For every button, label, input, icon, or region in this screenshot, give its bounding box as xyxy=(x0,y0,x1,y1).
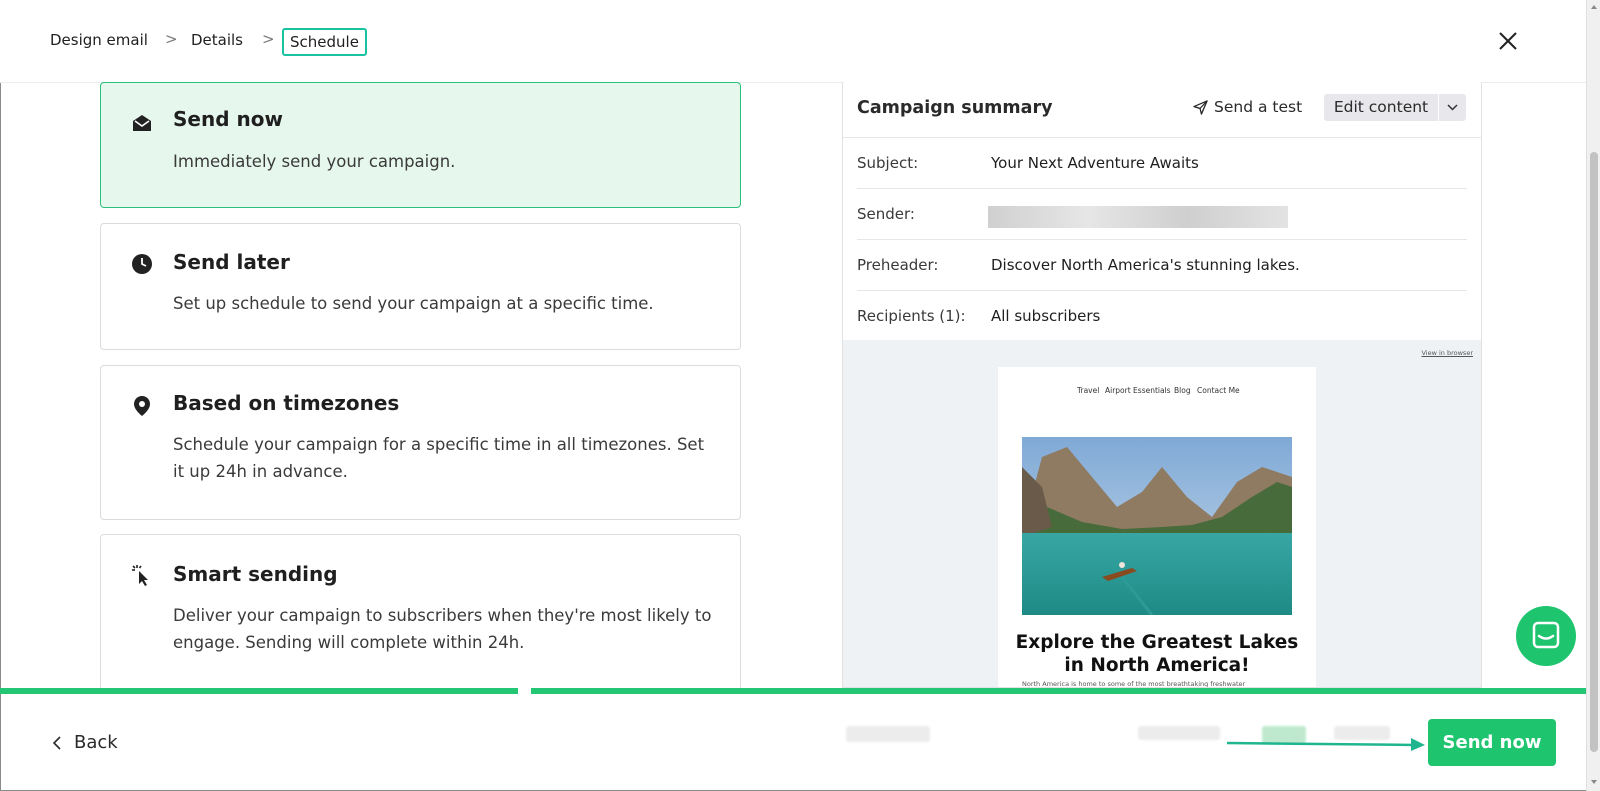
row-value: All subscribers xyxy=(991,307,1101,325)
option-title: Send later xyxy=(173,250,290,274)
option-title: Send now xyxy=(173,107,283,131)
edit-content-button[interactable]: Edit content xyxy=(1324,94,1438,121)
back-button[interactable]: Back xyxy=(52,732,118,753)
summary-row-recipients: Recipients (1): All subscribers xyxy=(857,291,1467,341)
row-value: Your Next Adventure Awaits xyxy=(991,154,1199,172)
row-label: Sender: xyxy=(857,205,915,223)
annotation-arrow-icon xyxy=(1226,738,1425,751)
option-description: Schedule your campaign for a specific ti… xyxy=(173,435,705,481)
email-card: Travel Airport Essentials Blog Contact M… xyxy=(998,367,1316,688)
back-label: Back xyxy=(74,732,118,753)
chevron-down-icon xyxy=(1447,104,1458,111)
breadcrumb-separator: > xyxy=(262,30,275,48)
option-based-on-timezones[interactable]: Based on timezones Schedule your campaig… xyxy=(100,365,741,520)
row-label: Preheader: xyxy=(857,256,939,274)
view-in-browser-link[interactable]: View in browser xyxy=(1422,349,1474,357)
scrollbar-thumb[interactable] xyxy=(1590,152,1598,752)
option-send-later[interactable]: Send later Set up schedule to send your … xyxy=(100,223,741,350)
email-nav-item[interactable]: Travel xyxy=(1077,386,1099,395)
email-heading: Explore the Greatest Lakes in North Amer… xyxy=(1015,632,1299,676)
edit-content-dropdown[interactable] xyxy=(1439,94,1466,121)
chat-widget-button[interactable] xyxy=(1516,606,1576,666)
email-nav-item[interactable]: Airport Essentials xyxy=(1105,386,1171,395)
summary-row-sender: Sender: xyxy=(857,189,1467,240)
breadcrumb-design-email[interactable]: Design email xyxy=(50,31,148,49)
row-label: Subject: xyxy=(857,154,919,172)
email-nav-item[interactable]: Contact Me xyxy=(1197,386,1240,395)
scroll-down-icon[interactable] xyxy=(1590,778,1598,786)
header: Design email > Details > Schedule xyxy=(0,0,1586,83)
breadcrumb-separator: > xyxy=(165,30,178,48)
email-preview: View in browser Travel Airport Essential… xyxy=(843,340,1481,688)
send-test-button[interactable]: Send a test xyxy=(1193,98,1302,116)
clock-icon xyxy=(132,254,152,274)
lake-photo xyxy=(1022,437,1292,615)
close-icon[interactable] xyxy=(1497,30,1519,52)
send-icon xyxy=(1193,99,1208,115)
scrollbar[interactable] xyxy=(1586,0,1600,791)
option-smart-sending[interactable]: Smart sending Deliver your campaign to s… xyxy=(100,534,741,689)
send-test-label: Send a test xyxy=(1214,98,1303,116)
breadcrumb-schedule[interactable]: Schedule xyxy=(282,28,367,56)
cursor-click-icon xyxy=(132,565,148,586)
option-description: Set up schedule to send your campaign at… xyxy=(173,294,654,313)
campaign-summary-panel: Campaign summary Send a test Edit conten… xyxy=(842,82,1482,688)
option-send-now[interactable]: Send now Immediately send your campaign. xyxy=(100,82,741,208)
progress-line xyxy=(531,688,1586,694)
option-description: Immediately send your campaign. xyxy=(173,152,456,171)
envelope-open-icon xyxy=(133,115,151,131)
summary-row-subject: Subject: Your Next Adventure Awaits xyxy=(857,138,1467,189)
row-label: Recipients (1): xyxy=(857,307,966,325)
progress-line xyxy=(0,688,518,694)
email-nav-item[interactable]: Blog xyxy=(1174,386,1191,395)
chat-icon xyxy=(1532,621,1560,649)
location-pin-icon xyxy=(134,396,150,416)
sender-redacted xyxy=(988,206,1288,228)
scroll-up-icon[interactable] xyxy=(1590,3,1598,11)
send-now-button[interactable]: Send now xyxy=(1428,719,1556,766)
chevron-left-icon xyxy=(52,735,61,750)
breadcrumb-details[interactable]: Details xyxy=(191,31,243,49)
option-description: Deliver your campaign to subscribers whe… xyxy=(173,606,712,652)
faded-footer-element xyxy=(1138,726,1220,740)
option-title: Based on timezones xyxy=(173,391,400,415)
summary-row-preheader: Preheader: Discover North America's stun… xyxy=(857,240,1467,291)
row-value: Discover North America's stunning lakes. xyxy=(991,256,1300,274)
option-title: Smart sending xyxy=(173,562,338,586)
faded-footer-element xyxy=(846,726,930,742)
email-body-text: North America is home to some of the mos… xyxy=(1022,680,1246,688)
campaign-summary-title: Campaign summary xyxy=(857,98,1053,118)
